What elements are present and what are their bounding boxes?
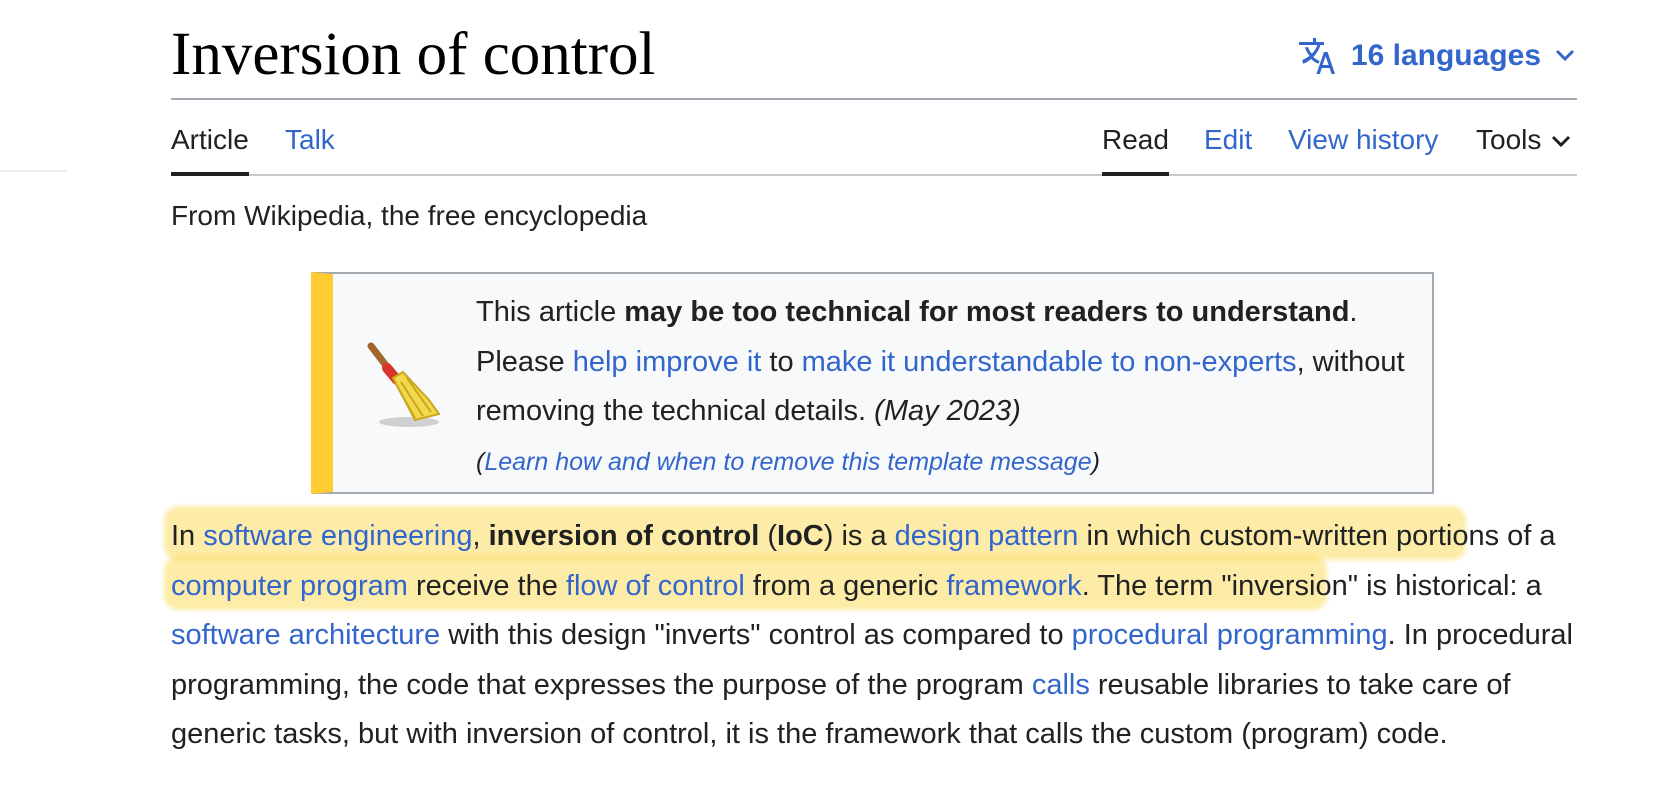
sidebar-divider: [0, 170, 67, 172]
intro-text: (: [759, 520, 778, 552]
page-title: Inversion of control: [171, 21, 656, 88]
help-improve-link[interactable]: help improve it: [573, 346, 762, 378]
term-ioc: IoC: [777, 520, 824, 552]
design-pattern-link[interactable]: design pattern: [895, 520, 1079, 552]
notice-bold-text: may be too technical for most readers to…: [624, 296, 1350, 328]
tab-read[interactable]: Read: [1102, 122, 1169, 176]
page-header: Inversion of control 16 languages: [171, 0, 1577, 100]
tab-edit[interactable]: Edit: [1204, 122, 1252, 158]
page-tabs: Article Talk Read Edit View history Tool…: [171, 100, 1577, 176]
intro-text: In: [171, 520, 204, 552]
notice-text-part: This article: [476, 296, 625, 328]
intro-text: in which custom-written portions of a: [1078, 520, 1556, 552]
language-selector-button[interactable]: 16 languages: [1297, 36, 1575, 76]
intro-text: with this design "inverts" control as co…: [440, 619, 1072, 651]
computer-program-link[interactable]: computer program: [171, 570, 408, 602]
translate-icon: [1298, 38, 1335, 74]
flow-of-control-link[interactable]: flow of control: [566, 570, 745, 602]
tab-view-history[interactable]: View history: [1288, 122, 1438, 158]
tools-label: Tools: [1476, 124, 1542, 155]
intro-text: ) is a: [823, 520, 895, 552]
broom-icon: [367, 342, 441, 427]
technical-notice-box: This article may be too technical for mo…: [311, 272, 1434, 494]
intro-text: from a generic: [744, 569, 947, 602]
chevron-down-icon: [1555, 49, 1575, 62]
tools-menu-button[interactable]: Tools: [1476, 122, 1571, 158]
intro-text: receive the: [407, 569, 566, 602]
tab-talk[interactable]: Talk: [285, 122, 335, 158]
notice-date: (May 2023): [874, 395, 1021, 427]
calls-link[interactable]: calls: [1032, 669, 1090, 701]
intro-text: . The term "inversion" is historical: a: [1081, 569, 1542, 602]
framework-link[interactable]: framework: [946, 570, 1081, 602]
intro-text: ,: [472, 520, 489, 552]
software-engineering-link[interactable]: software engineering: [203, 520, 472, 552]
intro-paragraph: In software engineering, inversion of co…: [171, 512, 1577, 760]
notice-paren-close: ): [1091, 447, 1100, 476]
make-understandable-link[interactable]: make it understandable to non-experts: [802, 346, 1297, 378]
notice-text-part: to: [761, 345, 802, 378]
procedural-programming-link[interactable]: procedural programming: [1072, 619, 1388, 651]
term-inversion-of-control: inversion of control: [488, 520, 760, 552]
notice-text: This article may be too technical for mo…: [476, 288, 1406, 487]
learn-remove-template-link[interactable]: Learn how and when to remove this templa…: [484, 448, 1091, 476]
chevron-down-icon: [1552, 135, 1571, 147]
languages-label: 16 languages: [1350, 39, 1541, 72]
software-architecture-link[interactable]: software architecture: [171, 619, 440, 651]
tab-article[interactable]: Article: [171, 122, 249, 176]
site-tagline: From Wikipedia, the free encyclopedia: [171, 200, 648, 231]
